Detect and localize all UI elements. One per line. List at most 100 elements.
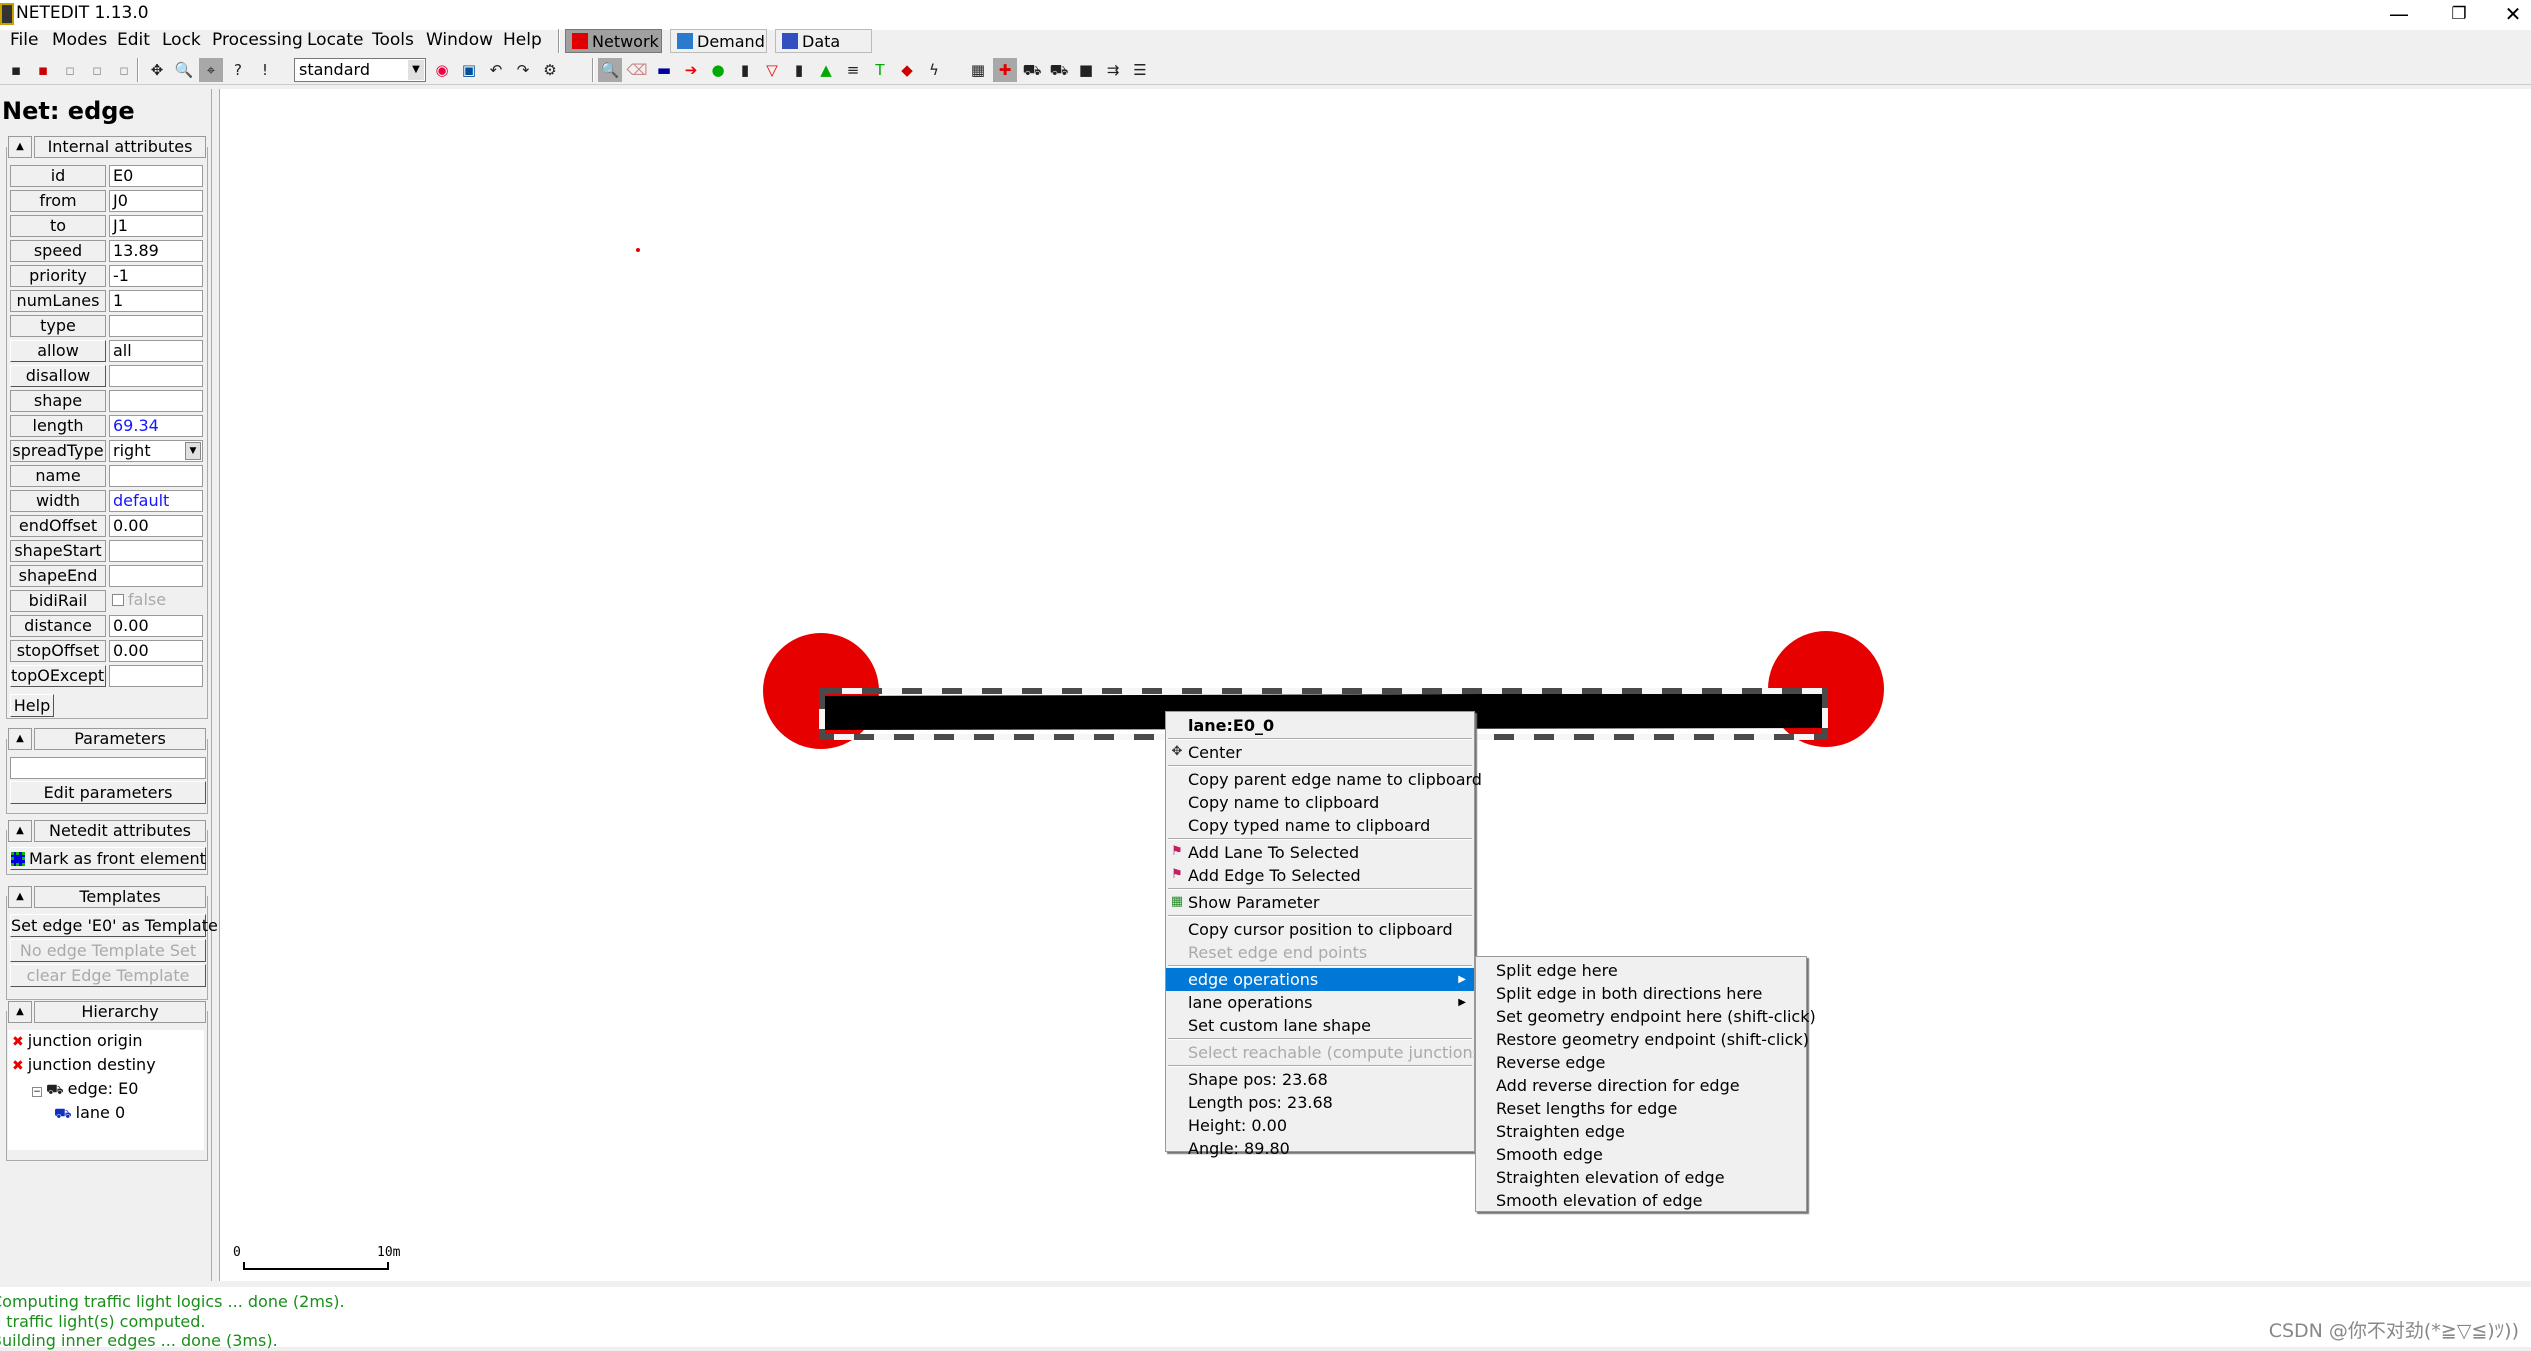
crossing-icon[interactable]: ≡ [841, 58, 865, 82]
menu-window[interactable]: Window [426, 30, 493, 50]
traffic-light-icon[interactable]: ▮ [787, 58, 811, 82]
attr-stopOffset-field[interactable]: 0.00 [109, 640, 203, 662]
open-network-icon[interactable]: ▪ [31, 58, 55, 82]
submenu-item-reset-lengths-for-edge[interactable]: Reset lengths for edge [1476, 1097, 1806, 1120]
close-icon[interactable]: ✕ [2490, 0, 2531, 30]
attr-shapeStart-field[interactable] [109, 540, 203, 562]
prohibition-icon[interactable]: ▽ [760, 58, 784, 82]
attr-label-disallow[interactable]: disallow [10, 365, 106, 387]
menu-item-add-edge-to-selected[interactable]: ⚑ Add Edge To Selected [1166, 864, 1474, 887]
menu-item-angle-89-80[interactable]: Angle: 89.80 [1166, 1137, 1474, 1160]
locate-icon[interactable]: ⌖ [199, 58, 223, 82]
attr-shape-field[interactable] [109, 390, 203, 412]
submenu-item-smooth-elevation-of-edge[interactable]: Smooth elevation of edge [1476, 1189, 1806, 1212]
attr-to-field[interactable]: J1 [109, 215, 203, 237]
attr-from-field[interactable]: J0 [109, 190, 203, 212]
save-all-icon[interactable]: ▫ [112, 58, 136, 82]
hierarchy-item[interactable]: − ⛟ edge: E0 [32, 1079, 138, 1100]
chevron-down-icon[interactable]: ▼ [185, 442, 201, 460]
attr-distance-field[interactable]: 0.00 [109, 615, 203, 637]
select-icon[interactable]: ▬ [652, 58, 676, 82]
minimize-icon[interactable]: — [2376, 0, 2422, 30]
menu-processing[interactable]: Processing [212, 30, 303, 50]
collapse-button[interactable]: ▲ [8, 820, 32, 842]
submenu-item-set-geometry-endpoint-here-shift-click[interactable]: Set geometry endpoint here (shift-click) [1476, 1005, 1816, 1028]
menu-item-length-pos-23-68[interactable]: Length pos: 23.68 [1166, 1091, 1474, 1114]
attr-priority-field[interactable]: -1 [109, 265, 203, 287]
hierarchy-item[interactable]: ⛟ lane 0 [54, 1103, 125, 1124]
attr-spreadType-field[interactable]: right ▼ [109, 440, 203, 462]
attr-width-field[interactable]: default [109, 490, 203, 512]
collide-icon[interactable]: ⛟ [1047, 58, 1071, 82]
additional-icon[interactable]: ▲ [814, 58, 838, 82]
help-button[interactable]: Help [10, 694, 54, 717]
create-edge-icon[interactable]: ● [706, 58, 730, 82]
menu-item-shape-pos-23-68[interactable]: Shape pos: 23.68 [1166, 1068, 1474, 1091]
submenu-item-straighten-elevation-of-edge[interactable]: Straighten elevation of edge [1476, 1166, 1806, 1189]
parameters-field[interactable] [10, 757, 206, 779]
submenu-item-smooth-edge[interactable]: Smooth edge [1476, 1143, 1806, 1166]
collapse-button[interactable]: ▲ [8, 728, 32, 750]
restore-icon[interactable]: ❐ [2436, 0, 2482, 30]
collapse-button[interactable]: ▲ [8, 886, 32, 908]
menu-locate[interactable]: Locate [307, 30, 363, 50]
attr-label-topOExceptio[interactable]: topOExceptio [10, 665, 106, 687]
connection-icon[interactable]: ▮ [733, 58, 757, 82]
collapse-button[interactable]: ▲ [8, 1001, 32, 1023]
menu-item-center[interactable]: ✥ Center [1166, 741, 1474, 764]
edit-parameters-button[interactable]: Edit parameters [10, 781, 206, 804]
submenu-item-split-edge-here[interactable]: Split edge here [1476, 959, 1806, 982]
junction-shape-icon[interactable]: ✚ [993, 58, 1017, 82]
menu-lock[interactable]: Lock [162, 30, 201, 50]
attr-shapeEnd-field[interactable] [109, 565, 203, 587]
menu-modes[interactable]: Modes [52, 30, 107, 50]
menu-help[interactable]: Help [503, 30, 542, 50]
hierarchy-item[interactable]: ✖ junction origin [12, 1031, 143, 1050]
menu-item-set-custom-lane-shape[interactable]: Set custom lane shape [1166, 1014, 1474, 1037]
attr-endOffset-field[interactable]: 0.00 [109, 515, 203, 537]
computing-icon[interactable]: ⚙ [538, 58, 562, 82]
menu-item-copy-cursor-position-to-clipboard[interactable]: Copy cursor position to clipboard [1166, 918, 1474, 941]
attr-length-field[interactable]: 69.34 [109, 415, 203, 437]
undo-icon[interactable]: ↶ [484, 58, 508, 82]
attr-bidiRail-checkbox[interactable]: false [109, 590, 203, 612]
new-network-icon[interactable]: ▪ [4, 58, 28, 82]
save-as-icon[interactable]: ▫ [85, 58, 109, 82]
recenter-icon[interactable]: ✥ [145, 58, 169, 82]
view-scheme-select[interactable]: standard ▼ [294, 58, 426, 82]
submenu-item-split-edge-in-both-directions-here[interactable]: Split edge in both directions here [1476, 982, 1806, 1005]
supermode-data-button[interactable]: Data [775, 29, 872, 53]
supermode-network-button[interactable]: Network [565, 29, 662, 53]
menu-edit[interactable]: Edit [117, 30, 150, 50]
menu-item-show-parameter[interactable]: ▦ Show Parameter [1166, 891, 1474, 914]
shape-icon[interactable]: ◆ [895, 58, 919, 82]
submenu-item-add-reverse-direction-for-edge[interactable]: Add reverse direction for edge [1476, 1074, 1806, 1097]
menu-item-copy-parent-edge-name-to-clipboard[interactable]: Copy parent edge name to clipboard [1166, 768, 1482, 791]
wire-icon[interactable]: ϟ [922, 58, 946, 82]
menu-item-copy-typed-name-to-clipboard[interactable]: Copy typed name to clipboard [1166, 814, 1474, 837]
redo-icon[interactable]: ↷ [511, 58, 535, 82]
screenshot-icon[interactable]: ▣ [457, 58, 481, 82]
attr-id-field[interactable]: E0 [109, 165, 203, 187]
hierarchy-item[interactable]: ✖ junction destiny [12, 1055, 156, 1074]
checkbox-icon[interactable] [112, 594, 124, 606]
menu-item-edge-operations[interactable]: edge operations ▶ [1166, 968, 1474, 991]
attr-name-field[interactable] [109, 465, 203, 487]
menu-item-copy-name-to-clipboard[interactable]: Copy name to clipboard [1166, 791, 1474, 814]
grid-icon[interactable]: ▦ [966, 58, 990, 82]
menu-item-height-0-00[interactable]: Height: 0.00 [1166, 1114, 1474, 1137]
attr-label-allow[interactable]: allow [10, 340, 106, 362]
taz-icon[interactable]: T [868, 58, 892, 82]
delete-icon[interactable]: ⌫ [625, 58, 649, 82]
vehicle-icon[interactable]: ⛟ [1020, 58, 1044, 82]
inspect-zoom-icon[interactable]: 🔍 [172, 58, 196, 82]
attr-topOExceptio-field[interactable] [109, 665, 203, 687]
submenu-item-restore-geometry-endpoint-shift-click[interactable]: Restore geometry endpoint (shift-click) [1476, 1028, 1809, 1051]
attr-allow-field[interactable]: all [109, 340, 203, 362]
collapse-tree-icon[interactable]: − [32, 1087, 42, 1097]
submenu-item-reverse-edge[interactable]: Reverse edge [1476, 1051, 1806, 1074]
menu-item-lane-operations[interactable]: lane operations ▶ [1166, 991, 1474, 1014]
lanes-icon[interactable]: ■ [1074, 58, 1098, 82]
menu-file[interactable]: File [10, 30, 38, 50]
list-icon[interactable]: ☰ [1128, 58, 1152, 82]
